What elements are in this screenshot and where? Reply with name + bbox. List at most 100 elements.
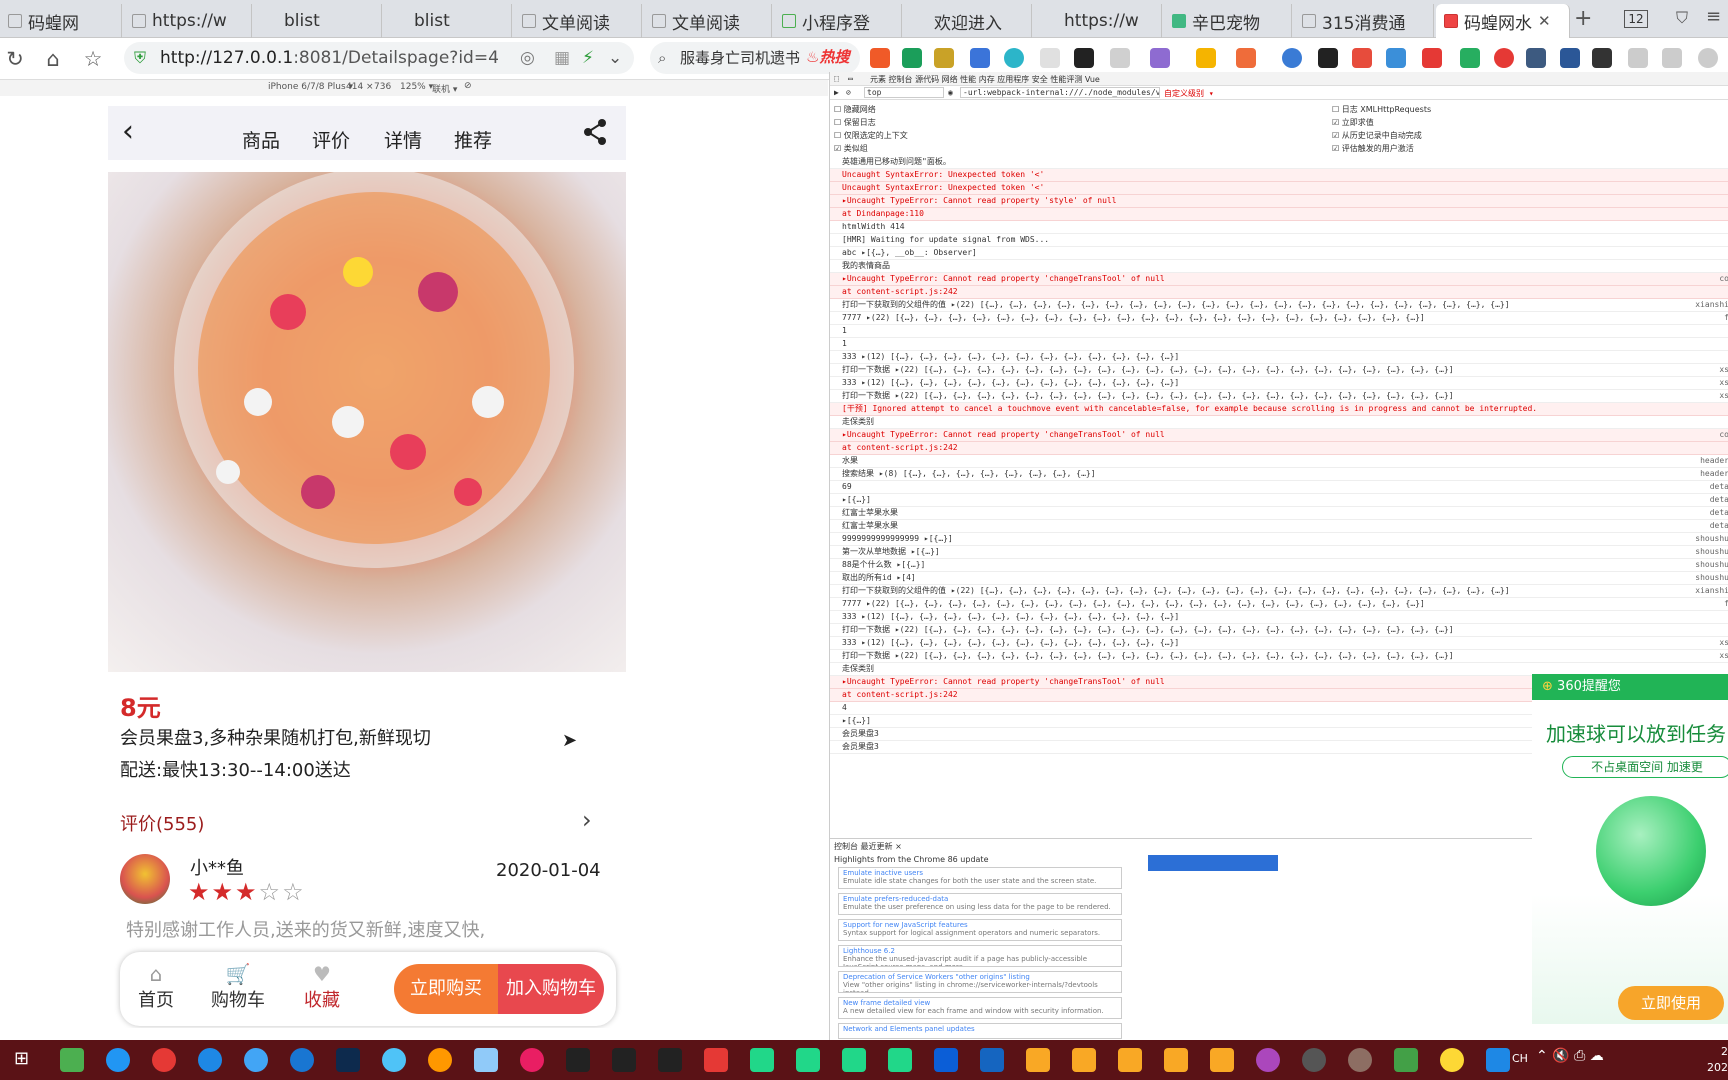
extension-v-icon[interactable] <box>902 48 922 68</box>
favorite-button[interactable]: ♥ 收藏 <box>292 962 352 1012</box>
browser-tab[interactable]: 小程序登 <box>774 4 902 38</box>
context-select[interactable]: top <box>864 87 944 98</box>
device-width[interactable]: 414 <box>346 82 363 92</box>
extension-grid-icon[interactable] <box>1526 48 1546 68</box>
task-view-icon[interactable]: ⊞ <box>14 1048 29 1069</box>
app-360-icon[interactable] <box>60 1048 84 1072</box>
new-tab-button[interactable]: + <box>1574 6 1592 31</box>
move-icon[interactable] <box>1628 48 1648 68</box>
pycharm2-icon[interactable] <box>796 1048 820 1072</box>
extension-b-icon[interactable] <box>1560 48 1580 68</box>
setting-checkbox[interactable]: ☐ 保留日志 <box>834 117 908 130</box>
filter-input[interactable]: -url:webpack-internal:///./node_modules/… <box>960 87 1160 98</box>
hot-search-badge[interactable]: ♨热搜 <box>806 46 849 67</box>
app-blue-icon[interactable] <box>290 1048 314 1072</box>
console-line-source[interactable]: co <box>1719 429 1728 441</box>
console-line-source[interactable]: f <box>1724 312 1728 324</box>
cart-button[interactable]: 🛒 购物车 <box>208 962 268 1012</box>
whats-new-item[interactable]: Deprecation of Service Workers "other or… <box>838 971 1122 993</box>
browser-tab[interactable]: https://w <box>124 4 252 38</box>
folder3-icon[interactable] <box>1118 1048 1142 1072</box>
browser-ie-icon[interactable] <box>198 1048 222 1072</box>
console-line-source[interactable]: shoushu <box>1695 559 1728 571</box>
extension-play-icon[interactable] <box>1074 48 1094 68</box>
translate-icon[interactable] <box>1150 48 1170 68</box>
reload-icon[interactable]: ↻ <box>2 46 28 72</box>
home-icon[interactable]: ⌂ <box>40 46 66 72</box>
share-icon[interactable] <box>582 118 608 150</box>
setting-checkbox[interactable]: ☑ 评估触发的用户激活 <box>1332 143 1431 156</box>
game-icon[interactable] <box>1236 48 1256 68</box>
coupon-icon[interactable] <box>1196 48 1216 68</box>
app-orange-icon[interactable] <box>428 1048 452 1072</box>
extension-card-icon[interactable] <box>970 48 990 68</box>
vscode-icon[interactable] <box>980 1048 1004 1072</box>
browser-tab[interactable]: 码蝗网 <box>0 4 122 38</box>
console-line-source[interactable]: shoushu <box>1695 533 1728 545</box>
webstorm-icon[interactable] <box>934 1048 958 1072</box>
extension-translate-icon[interactable] <box>1004 48 1024 68</box>
extension-translate2-icon[interactable] <box>1386 48 1406 68</box>
system-clock[interactable]: 2 202 <box>1678 1044 1728 1076</box>
sidebar-toggle-icon[interactable]: ▶ <box>834 88 839 97</box>
apps-icon[interactable] <box>1662 48 1682 68</box>
browser-tab[interactable]: https://w <box>1034 4 1162 38</box>
whats-new-item[interactable]: Network and Elements panel updates <box>838 1023 1122 1039</box>
terminal-icon[interactable] <box>566 1048 590 1072</box>
app-search-icon[interactable] <box>106 1048 130 1072</box>
folder-icon[interactable] <box>1026 1048 1050 1072</box>
console-line-source[interactable]: deta <box>1710 507 1728 519</box>
console-line-source[interactable]: xs <box>1719 637 1728 649</box>
browser-tab-active[interactable]: 码蝗网水 ✕ <box>1436 4 1570 38</box>
input-language[interactable]: CH <box>1512 1052 1528 1065</box>
console-line-source[interactable]: deta <box>1710 520 1728 532</box>
extension-green-icon[interactable] <box>1460 48 1480 68</box>
browser-tab[interactable]: blist <box>254 4 382 38</box>
setting-checkbox[interactable]: ☐ 日志 XMLHttpRequests <box>1332 104 1431 117</box>
back-arrow-icon[interactable]: ‹ <box>122 114 134 149</box>
scissors-icon[interactable] <box>1110 48 1130 68</box>
eye-icon[interactable]: ◉ <box>948 88 953 97</box>
browser-tab[interactable]: 文单阅读 <box>514 4 642 38</box>
chevron-down-icon[interactable]: ⌄ <box>608 42 622 74</box>
console-line-source[interactable]: shoushu <box>1695 572 1728 584</box>
extension-abp-icon[interactable] <box>1494 48 1514 68</box>
setting-checkbox[interactable]: ☑ 从历史记录中自动完成 <box>1332 130 1431 143</box>
extension-braces-icon[interactable] <box>1040 48 1060 68</box>
console-line-source[interactable]: header <box>1700 455 1728 467</box>
extension-cube-icon[interactable] <box>1352 48 1372 68</box>
app-yellow-icon[interactable] <box>1440 1048 1464 1072</box>
device-height[interactable]: 736 <box>374 82 391 92</box>
setting-checkbox[interactable]: ☑ 立即求值 <box>1332 117 1431 130</box>
folder4-icon[interactable] <box>1164 1048 1188 1072</box>
app-gray-icon[interactable] <box>1302 1048 1326 1072</box>
setting-checkbox[interactable]: ☑ 类似组 <box>834 143 908 156</box>
browser-tab[interactable]: 315消费通 <box>1294 4 1434 38</box>
extension-photo-icon[interactable] <box>1592 48 1612 68</box>
folder2-icon[interactable] <box>1072 1048 1096 1072</box>
pycharm4-icon[interactable] <box>888 1048 912 1072</box>
console-line-source[interactable]: shoushu <box>1695 546 1728 558</box>
console-line-source[interactable]: xianshi <box>1695 585 1728 597</box>
setting-checkbox[interactable]: ☐ 仅限选定的上下文 <box>834 130 908 143</box>
app-lightblue-icon[interactable] <box>382 1048 406 1072</box>
close-tab-icon[interactable]: ✕ <box>1538 12 1551 30</box>
console-line-source[interactable]: co <box>1719 273 1728 285</box>
app-camera-icon[interactable] <box>520 1048 544 1072</box>
console-line-source[interactable]: xs <box>1719 650 1728 662</box>
app-red-icon[interactable] <box>704 1048 728 1072</box>
inspect-icon[interactable]: ⬚ <box>834 74 839 83</box>
browser-tab[interactable]: blist <box>384 4 512 38</box>
chrome-icon[interactable] <box>152 1048 176 1072</box>
rotate-icon[interactable]: ⊘ <box>464 81 472 91</box>
use-now-button[interactable]: 立即使用 <box>1618 986 1724 1020</box>
folder5-icon[interactable] <box>1210 1048 1234 1072</box>
tab-goods[interactable]: 商品 <box>242 126 280 153</box>
console-line-source[interactable]: f <box>1724 598 1728 610</box>
device-icon[interactable]: ▭ <box>848 74 853 83</box>
devtools-tabs[interactable]: 元素 控制台 源代码 网络 性能 内存 应用程序 安全 性能评测 Vue <box>870 74 1100 85</box>
pycharm-icon[interactable] <box>750 1048 774 1072</box>
reviews-link[interactable]: 评价(555) <box>120 810 204 836</box>
console-line-source[interactable]: deta <box>1710 481 1728 493</box>
browser-tab[interactable]: 文单阅读 <box>644 4 772 38</box>
